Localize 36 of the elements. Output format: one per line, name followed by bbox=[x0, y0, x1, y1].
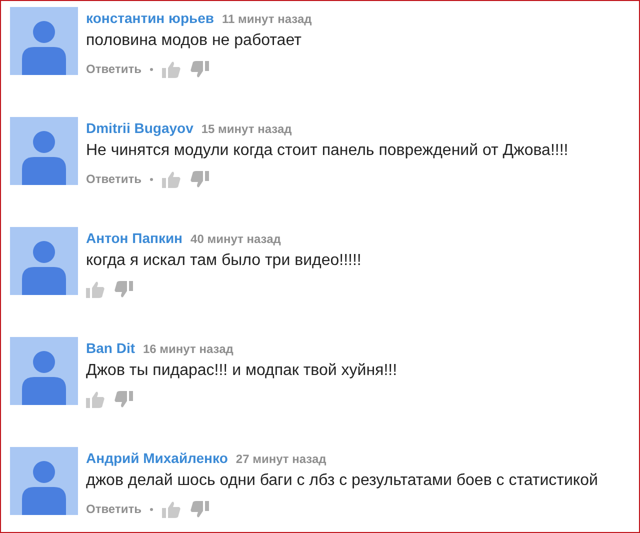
thumbs-down-icon[interactable] bbox=[190, 60, 210, 78]
avatar-icon bbox=[10, 117, 78, 185]
reply-button[interactable]: Ответить bbox=[86, 62, 142, 76]
timestamp[interactable]: 15 минут назад bbox=[201, 122, 292, 136]
separator-dot bbox=[150, 508, 154, 510]
timestamp[interactable]: 40 минут назад bbox=[190, 232, 281, 246]
avatar-icon bbox=[10, 337, 78, 405]
thumbs-down-icon[interactable] bbox=[114, 280, 133, 298]
author-name[interactable]: Андрий Михайленко bbox=[86, 450, 228, 466]
avatar-icon bbox=[10, 227, 78, 295]
comment-text: Не чинятся модули когда стоит панель повреждений от Джова!!!! bbox=[86, 142, 568, 160]
reply-button[interactable]: Ответить bbox=[86, 502, 142, 516]
thumbs-down-icon[interactable] bbox=[114, 390, 133, 408]
comment-text: половина модов не работает bbox=[86, 32, 302, 50]
comment-text: джов делай шось одни баги с лбз с результатами боев с статистикой bbox=[86, 472, 598, 490]
timestamp[interactable]: 11 минут назад bbox=[222, 12, 312, 26]
thumbs-up-icon[interactable] bbox=[162, 500, 182, 518]
reply-button[interactable]: Ответить bbox=[86, 172, 142, 186]
thumbs-up-icon[interactable] bbox=[86, 390, 105, 408]
author-name[interactable]: Антон Папкин bbox=[86, 230, 183, 246]
author-name[interactable]: константин юрьев bbox=[86, 10, 214, 26]
timestamp[interactable]: 27 минут назад bbox=[236, 452, 326, 466]
avatar-icon bbox=[10, 447, 78, 515]
separator-dot bbox=[150, 178, 154, 180]
thumbs-down-icon[interactable] bbox=[190, 500, 210, 518]
thumbs-up-icon[interactable] bbox=[162, 170, 182, 188]
separator-dot bbox=[150, 68, 154, 70]
thumbs-up-icon[interactable] bbox=[86, 280, 105, 298]
thumbs-down-icon[interactable] bbox=[190, 170, 210, 188]
author-name[interactable]: Ban Dit bbox=[86, 340, 135, 356]
thumbs-up-icon[interactable] bbox=[162, 60, 182, 78]
timestamp[interactable]: 16 минут назад bbox=[143, 342, 234, 356]
comment-text: Джов ты пидарас!!! и модпак твой хуйня!!! bbox=[86, 362, 398, 380]
author-name[interactable]: Dmitrii Bugayov bbox=[86, 120, 194, 136]
comment-text: когда я искал там было три видео!!!!! bbox=[86, 252, 362, 270]
avatar-icon bbox=[10, 7, 78, 75]
